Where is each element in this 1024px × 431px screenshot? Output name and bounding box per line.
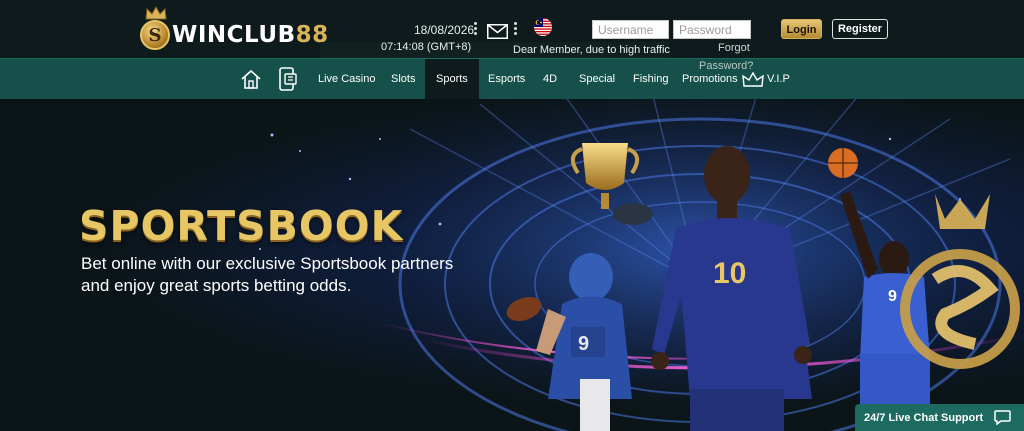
hero-title: SPORTSBOOK	[79, 202, 404, 250]
jersey-number-left: 9	[578, 333, 590, 355]
home-icon[interactable]	[240, 69, 262, 89]
nav-vip[interactable]: V.I.P	[767, 59, 790, 99]
announcement-ticker: Dear Member, due to high traffic	[320, 42, 670, 58]
forgot-password-link[interactable]: Forgot	[718, 42, 750, 54]
more-vertical-icon[interactable]	[474, 22, 478, 38]
nav-fishing[interactable]: Fishing	[633, 59, 668, 99]
username-input[interactable]	[592, 20, 669, 39]
brand-logo[interactable]: S WINCLUB88	[138, 6, 328, 52]
nav-live-casino[interactable]: Live Casino	[318, 59, 375, 99]
logo-crown-icon	[145, 6, 167, 20]
crown-icon	[742, 72, 764, 87]
flag-icon[interactable]	[534, 18, 552, 36]
nav-esports[interactable]: Esports	[488, 59, 525, 99]
sportsbook-hero-banner[interactable]: SPORTSBOOK Bet online with our exclusive…	[0, 99, 1024, 431]
top-header: S WINCLUB88 18/08/2026 Dear Member, due …	[0, 0, 1024, 58]
nav-special[interactable]: Special	[579, 59, 615, 99]
more-vertical-icon[interactable]	[514, 22, 518, 38]
nav-slots[interactable]: Slots	[391, 59, 415, 99]
login-button[interactable]: Login	[781, 19, 822, 39]
current-time: 07:14:08 (GMT+8)	[381, 41, 472, 53]
announcement-text: Dear Member, due to high traffic	[513, 44, 670, 56]
jersey-number-center: 10	[713, 257, 747, 290]
live-chat-label: 24/7 Live Chat Support	[864, 412, 984, 424]
nav-4d[interactable]: 4D	[543, 59, 557, 99]
mail-icon[interactable]	[487, 24, 508, 39]
hero-subtitle: Bet online with our exclusive Sportsbook…	[81, 254, 454, 295]
forgot-password-link-line2[interactable]: Password?	[699, 60, 753, 72]
password-input[interactable]	[673, 20, 751, 39]
mobile-app-icon[interactable]	[279, 67, 297, 91]
jersey-number-right: 9	[888, 288, 897, 305]
chat-bubble-icon[interactable]	[994, 410, 1011, 425]
brand-name: WINCLUB88	[172, 22, 329, 48]
nav-sports[interactable]: Sports	[425, 59, 479, 99]
main-nav: Live Casino Slots Sports Esports 4D Spec…	[0, 58, 1024, 99]
current-date: 18/08/2026	[414, 23, 475, 37]
logo-coin-icon: S	[140, 20, 170, 50]
register-button[interactable]: Register	[832, 19, 888, 39]
